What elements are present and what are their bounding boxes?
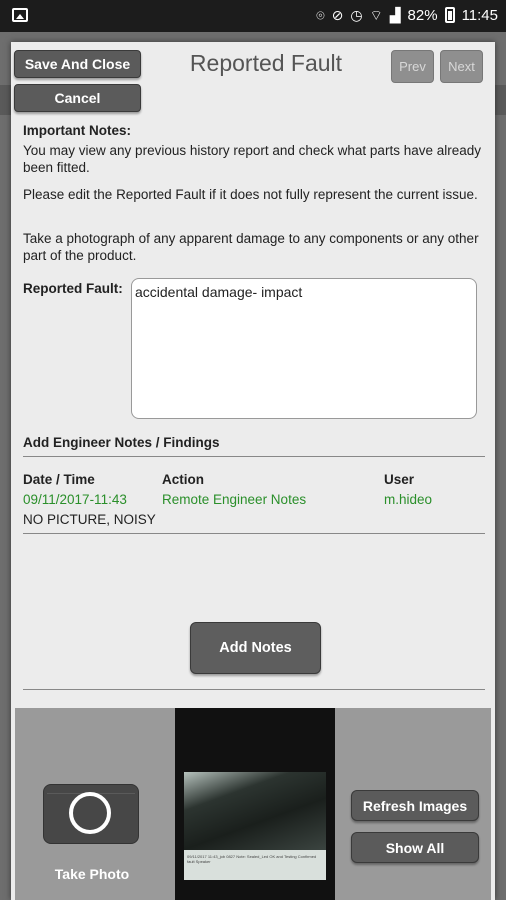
reported-fault-input[interactable]: accidental damage- impact xyxy=(131,278,477,419)
column-header-action: Action xyxy=(162,472,204,487)
thumbnail-caption: 09/11/2017 11:43_job 0827 Note: Sealed_L… xyxy=(187,854,317,864)
save-and-close-button[interactable]: Save And Close xyxy=(14,50,141,78)
mute-icon: ⊘ xyxy=(331,7,344,23)
reported-fault-dialog: Save And Close Cancel Reported Fault Pre… xyxy=(11,42,495,900)
reported-fault-label: Reported Fault: xyxy=(23,281,123,296)
prev-button[interactable]: Prev xyxy=(391,50,434,83)
note-edit-fault: Please edit the Reported Fault if it doe… xyxy=(23,187,478,202)
cancel-button[interactable]: Cancel xyxy=(14,84,141,112)
photo-thumbnail[interactable]: 09/11/2017 11:43_job 0827 Note: Sealed_L… xyxy=(184,772,326,880)
take-photo-area[interactable]: Take Photo xyxy=(15,708,169,900)
add-notes-button[interactable]: Add Notes xyxy=(190,622,321,674)
wifi-icon: ⌔ xyxy=(369,7,383,23)
gallery-icon xyxy=(12,8,28,22)
row-user[interactable]: m.hideo xyxy=(384,492,432,507)
location-icon: ⌾ xyxy=(316,7,325,23)
signal-icon: ▟ xyxy=(389,7,401,23)
camera-icon[interactable] xyxy=(43,784,139,844)
column-header-datetime: Date / Time xyxy=(23,472,95,487)
clock: 11:45 xyxy=(461,6,498,24)
alarm-icon: ◷ xyxy=(350,7,363,23)
divider xyxy=(23,533,485,534)
show-all-button[interactable]: Show All xyxy=(351,832,479,863)
battery-percent: 82% xyxy=(407,6,438,24)
status-bar: ⌾ ⊘ ◷ ⌔ ▟ 82% 11:45 xyxy=(0,0,506,32)
refresh-images-button[interactable]: Refresh Images xyxy=(351,790,479,821)
image-gallery: 09/11/2017 11:43_job 0827 Note: Sealed_L… xyxy=(175,708,335,900)
engineer-notes-heading: Add Engineer Notes / Findings xyxy=(23,435,220,450)
next-button[interactable]: Next xyxy=(440,50,483,83)
row-description: NO PICTURE, NOISY xyxy=(23,512,156,527)
image-actions: Refresh Images Show All xyxy=(341,708,491,900)
row-action[interactable]: Remote Engineer Notes xyxy=(162,492,306,507)
photo-panel: Take Photo 09/11/2017 11:43_job 0827 Not… xyxy=(15,708,491,900)
take-photo-label[interactable]: Take Photo xyxy=(15,866,169,882)
camera-lens-icon xyxy=(69,792,111,834)
note-history: You may view any previous history report… xyxy=(23,143,481,175)
important-notes-heading: Important Notes: xyxy=(23,123,131,138)
status-icons: ⌾ ⊘ ◷ ⌔ ▟ 82% 11:45 xyxy=(316,6,498,24)
divider xyxy=(23,689,485,690)
page-title: Reported Fault xyxy=(189,50,343,76)
battery-icon xyxy=(444,7,455,23)
note-photograph: Take a photograph of any apparent damage… xyxy=(23,231,479,263)
column-header-user: User xyxy=(384,472,415,487)
thumbnail-image xyxy=(184,772,326,850)
divider xyxy=(23,456,485,457)
row-datetime[interactable]: 09/11/2017-11:43 xyxy=(23,492,127,507)
